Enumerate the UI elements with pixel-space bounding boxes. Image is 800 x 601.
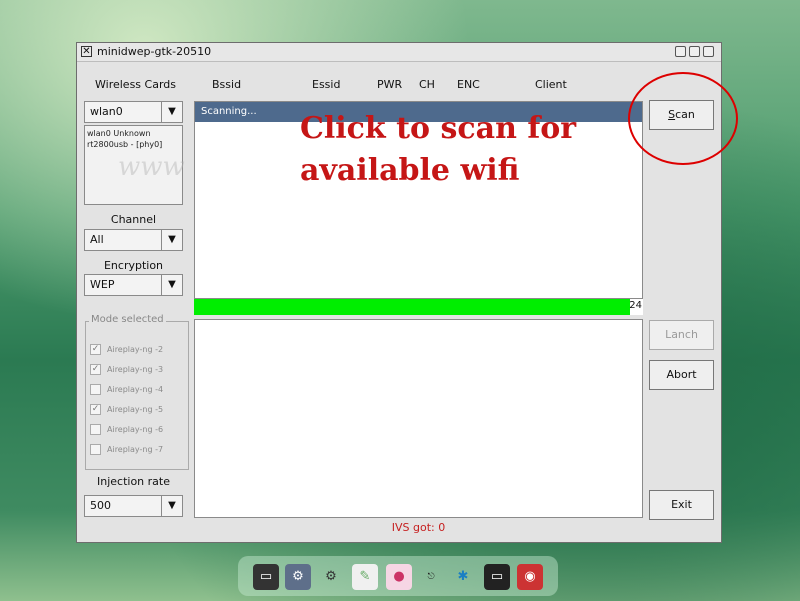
mode-label: Aireplay-ng -2 [107,345,164,354]
dropdown-arrow-icon[interactable]: ▼ [161,102,182,122]
network-icon[interactable]: ✱ [450,564,476,590]
encryption-label: Encryption [103,259,164,272]
exit-button[interactable]: Exit [649,490,714,520]
dropdown-arrow-icon[interactable]: ▼ [161,275,182,295]
terminal-icon[interactable]: ▭ [253,564,279,590]
doc-icon[interactable]: ✎ [352,564,378,590]
pwr-header: PWR [377,78,403,91]
injection-select-value: 500 [90,499,111,512]
card-info-line: wlan0 Unknown [87,129,151,138]
card-select-value: wlan0 [90,105,123,118]
minimize-icon[interactable] [675,46,686,57]
mode-label: Aireplay-ng -5 [107,405,164,414]
mode-label: Aireplay-ng -6 [107,425,164,434]
lanch-button[interactable]: Lanch [649,320,714,350]
dropdown-arrow-icon[interactable]: ▼ [161,230,182,250]
mode-selected-group: Mode selected ✓ Aireplay-ng -2 ✓ Airepla… [85,314,189,470]
progress-fill [194,299,630,315]
taskbar: ▭ ⚙ ⚙ ✎ ● ⎋ ✱ ▭ ◉ [238,556,558,596]
channel-label: Channel [110,213,157,226]
channel-select-value: All [90,233,104,246]
wireless-cards-header: Wireless Cards [95,78,176,91]
exit-button-label: Exit [671,498,692,511]
channel-select[interactable]: All ▼ [84,229,183,251]
annotation-line: Click to scan for [300,111,577,146]
card-info-line: rt2800usb - [phy0] [87,140,163,149]
shade-icon[interactable] [703,46,714,57]
annotation-line: available wifi [300,153,520,188]
checkbox[interactable]: ✓ [90,364,101,375]
mode-group-title: Mode selected [89,314,166,325]
checkbox[interactable]: ✓ [90,344,101,355]
highlight-circle [628,72,738,165]
mode-label: Aireplay-ng -3 [107,365,164,374]
mode-label: Aireplay-ng -7 [107,445,164,454]
camera-icon[interactable]: ◉ [517,564,543,590]
dropdown-arrow-icon[interactable]: ▼ [161,496,182,516]
settings-icon[interactable]: ⚙ [285,564,311,590]
injection-select[interactable]: 500 ▼ [84,495,183,517]
bssid-header: Bssid [212,78,242,91]
encryption-select-value: WEP [90,278,115,291]
checkbox[interactable]: ✓ [90,404,101,415]
essid-header: Essid [312,78,341,91]
title-bar: ✕ minidwep-gtk-20510 [77,43,721,62]
checkbox[interactable] [90,424,101,435]
abort-button-label: Abort [666,368,697,381]
client-header: Client [535,78,567,91]
lanch-button-label: Lanch [665,328,698,341]
checkbox[interactable] [90,384,101,395]
maximize-icon[interactable] [689,46,700,57]
close-icon[interactable]: ✕ [81,46,92,57]
card-select[interactable]: wlan0 ▼ [84,101,183,123]
ivs-status: IVS got: 0 [391,521,446,534]
window-title: minidwep-gtk-20510 [97,45,212,58]
scan-annotation: Click to scan for available wifi [300,108,600,192]
baby-bottle-icon[interactable]: ● [386,564,412,590]
ch-header: CH [419,78,435,91]
injection-label: Injection rate [97,475,170,488]
gears-icon[interactable]: ⚙ [318,564,344,590]
console-icon[interactable]: ▭ [484,564,510,590]
scan-progress-bar: 24 [194,299,643,315]
enc-header: ENC [457,78,480,91]
checkbox[interactable] [90,444,101,455]
client-list[interactable] [194,319,643,518]
mode-label: Aireplay-ng -4 [107,385,164,394]
abort-button[interactable]: Abort [649,360,714,390]
logout-icon[interactable]: ⎋ [418,564,444,590]
progress-value: 24 [629,300,642,311]
watermark: www [118,152,185,182]
encryption-select[interactable]: WEP ▼ [84,274,183,296]
